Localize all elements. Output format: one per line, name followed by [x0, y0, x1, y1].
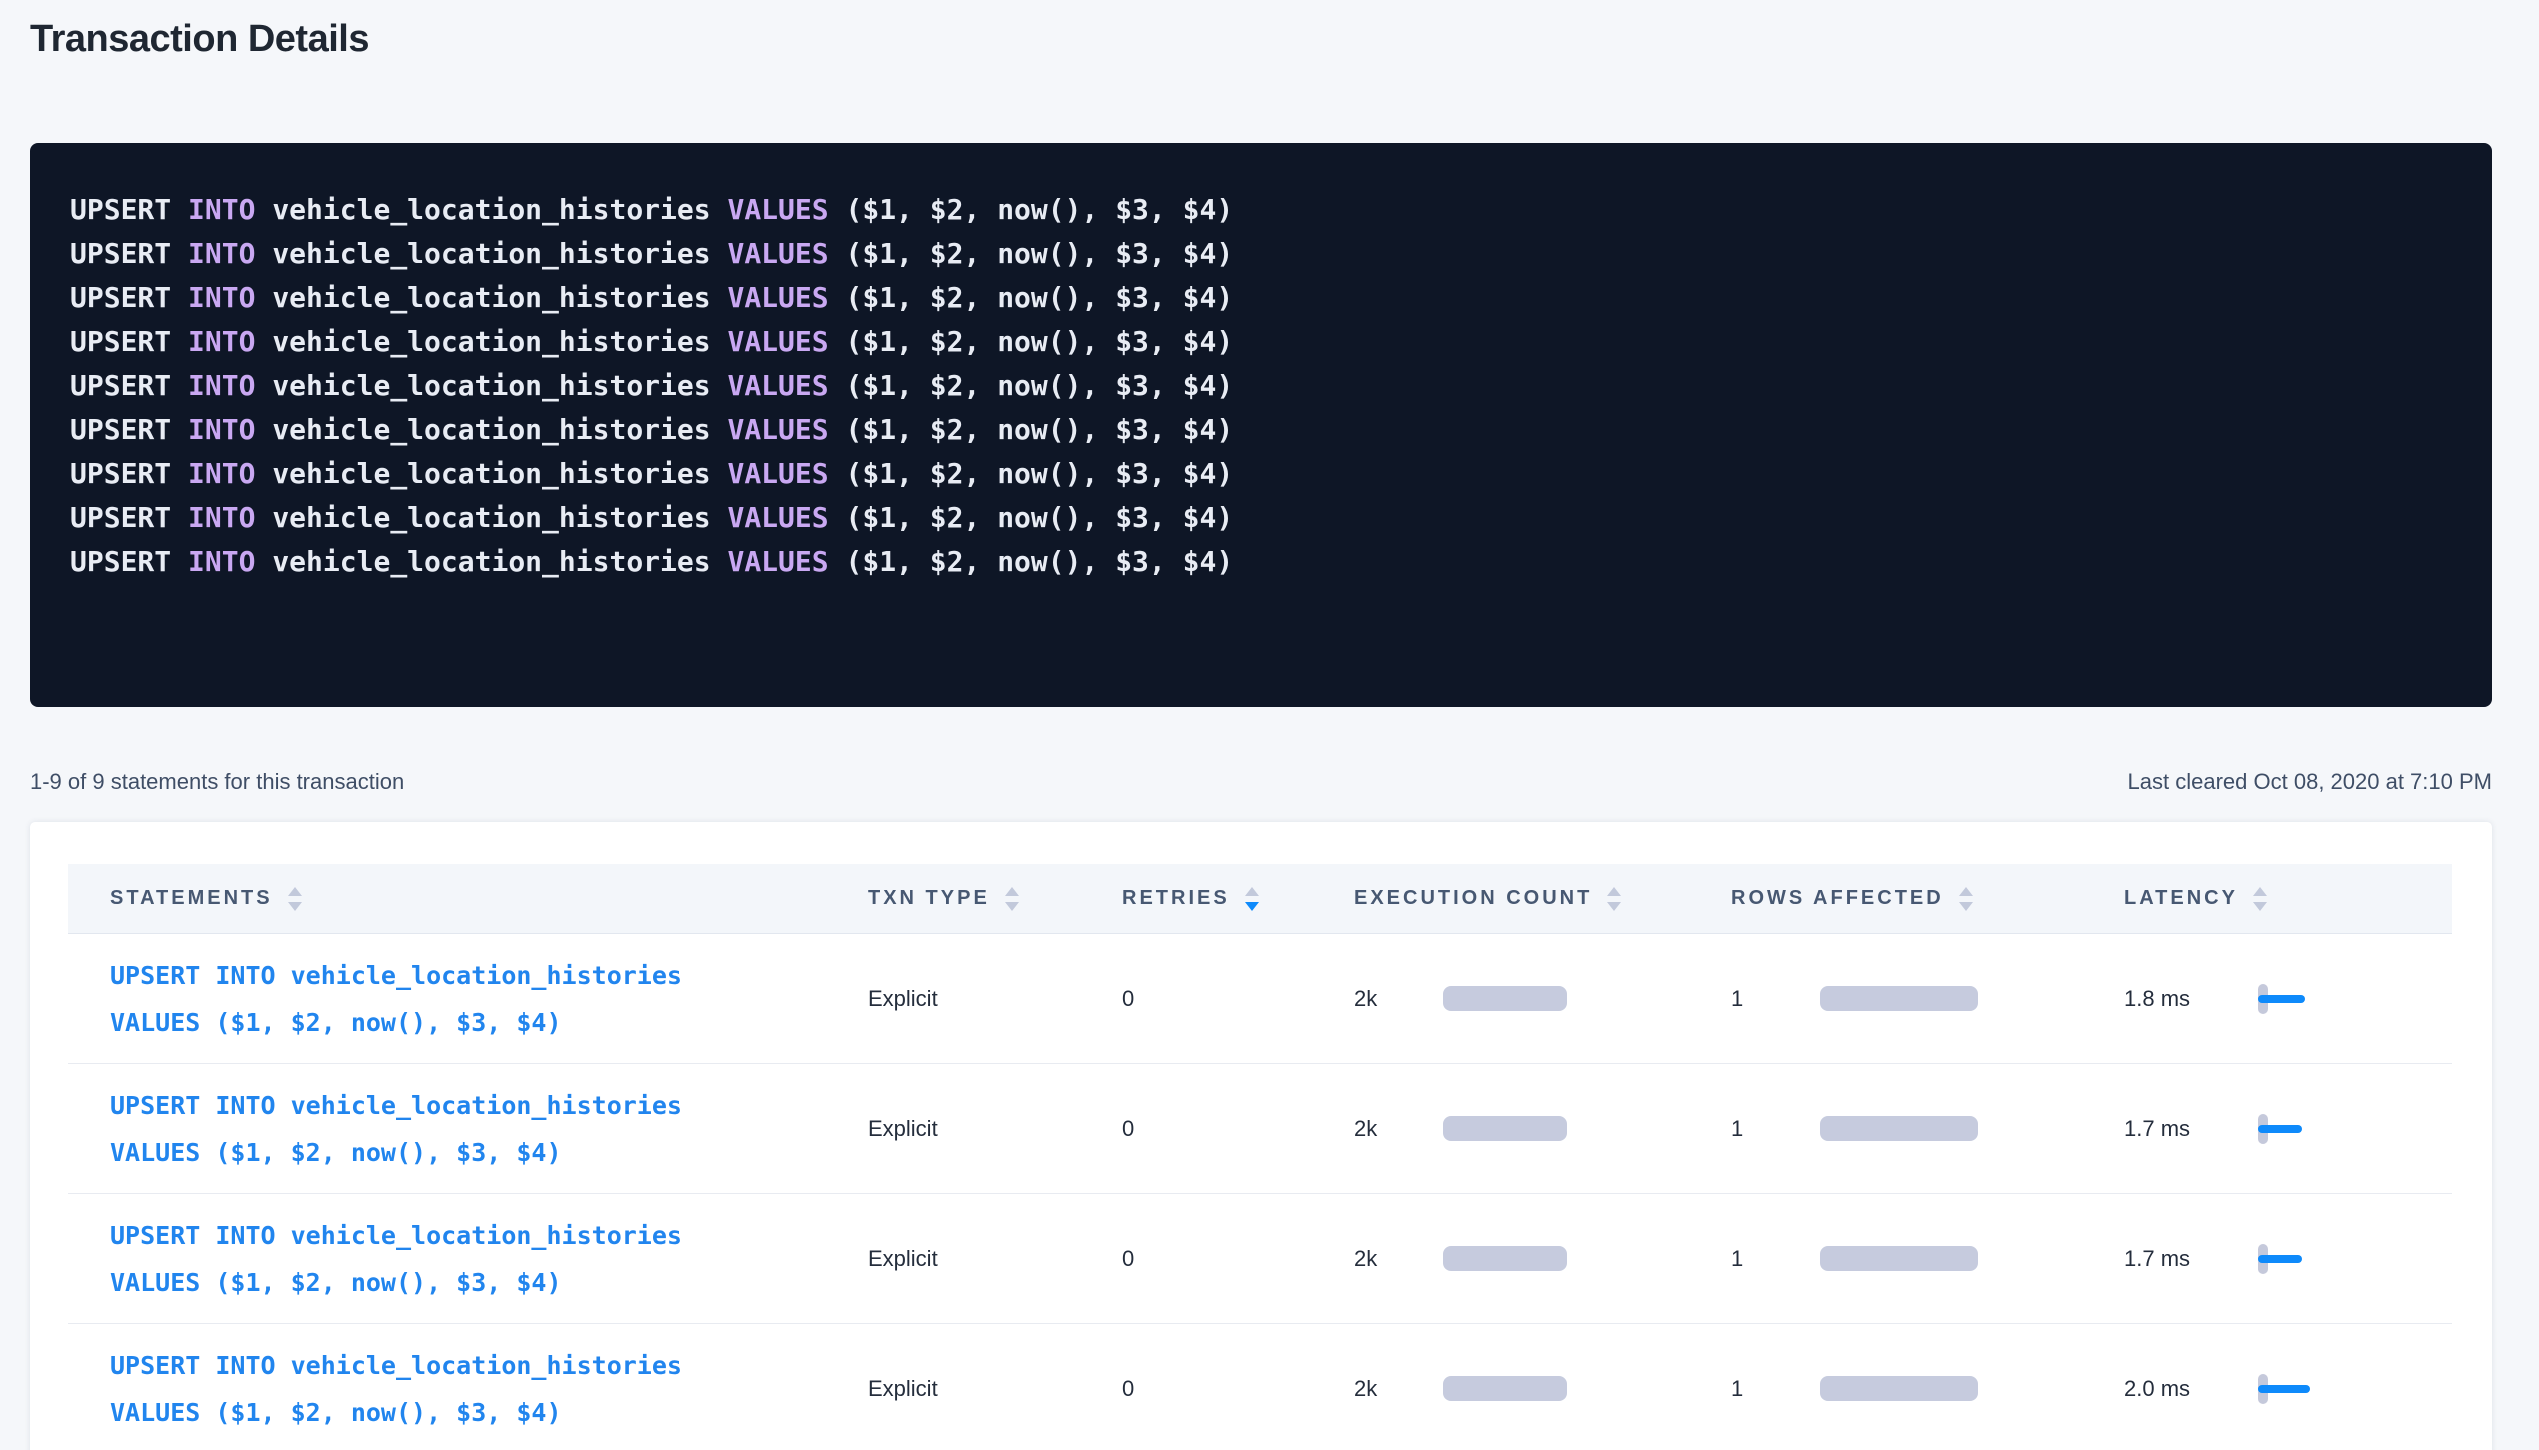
- table-header-row: STATEMENTS TXN TYPE RETRIES EXECUTION CO…: [68, 864, 2452, 934]
- execution-count-cell: 2k: [1348, 1246, 1725, 1272]
- sort-arrows-icon: [2253, 887, 2267, 911]
- sql-statement-line: UPSERT INTO vehicle_location_histories V…: [70, 232, 2452, 276]
- statement-cell: UPSERT INTO vehicle_location_histories V…: [68, 1082, 860, 1176]
- sort-desc-icon: [1005, 902, 1019, 911]
- latency-bar-chart: [2258, 1113, 2320, 1145]
- execution-count-bar: [1443, 986, 1567, 1011]
- statement-link[interactable]: UPSERT INTO vehicle_location_histories V…: [110, 1082, 860, 1176]
- sql-statement-line: UPSERT INTO vehicle_location_histories V…: [70, 320, 2452, 364]
- sort-arrows-icon: [288, 887, 302, 911]
- sort-asc-icon: [1959, 887, 1973, 896]
- execution-count-cell: 2k: [1348, 1376, 1725, 1402]
- sort-desc-icon: [1607, 902, 1621, 911]
- latency-bar: [2258, 995, 2305, 1003]
- txn-type-cell: Explicit: [860, 1116, 1110, 1142]
- latency-cell: 2.0 ms: [2106, 1373, 2452, 1405]
- latency-bar: [2258, 1125, 2302, 1133]
- execution-count-cell: 2k: [1348, 986, 1725, 1012]
- latency-bar-chart: [2258, 1373, 2320, 1405]
- retries-cell: 0: [1110, 1376, 1348, 1402]
- statements-table-card: STATEMENTS TXN TYPE RETRIES EXECUTION CO…: [30, 822, 2492, 1450]
- column-header-latency[interactable]: LATENCY: [2106, 887, 2452, 911]
- statement-link[interactable]: UPSERT INTO vehicle_location_histories V…: [110, 1342, 860, 1436]
- latency-bar-chart: [2258, 1243, 2320, 1275]
- sort-desc-active-icon: [1245, 902, 1259, 911]
- sort-desc-icon: [288, 902, 302, 911]
- table-row: UPSERT INTO vehicle_location_histories V…: [68, 1324, 2452, 1450]
- execution-count-bar: [1443, 1246, 1567, 1271]
- latency-cell: 1.8 ms: [2106, 983, 2452, 1015]
- statement-link[interactable]: UPSERT INTO vehicle_location_histories V…: [110, 952, 860, 1046]
- sql-statement-line: UPSERT INTO vehicle_location_histories V…: [70, 452, 2452, 496]
- txn-type-cell: Explicit: [860, 1376, 1110, 1402]
- txn-type-cell: Explicit: [860, 1246, 1110, 1272]
- latency-bar: [2258, 1385, 2310, 1393]
- latency-bar: [2258, 1255, 2302, 1263]
- rows-affected-cell: 1: [1725, 1246, 2106, 1272]
- sort-asc-icon: [1607, 887, 1621, 896]
- rows-affected-bar: [1820, 1116, 1978, 1141]
- sort-arrows-icon: [1607, 887, 1621, 911]
- retries-cell: 0: [1110, 1246, 1348, 1272]
- latency-cell: 1.7 ms: [2106, 1113, 2452, 1145]
- statement-link[interactable]: UPSERT INTO vehicle_location_histories V…: [110, 1212, 860, 1306]
- retries-cell: 0: [1110, 1116, 1348, 1142]
- latency-bar-chart: [2258, 983, 2320, 1015]
- sort-arrows-icon: [1005, 887, 1019, 911]
- rows-affected-bar: [1820, 986, 1978, 1011]
- table-row: UPSERT INTO vehicle_location_histories V…: [68, 934, 2452, 1064]
- execution-count-bar: [1443, 1116, 1567, 1141]
- sort-asc-icon: [1005, 887, 1019, 896]
- statement-cell: UPSERT INTO vehicle_location_histories V…: [68, 1212, 860, 1306]
- latency-cell: 1.7 ms: [2106, 1243, 2452, 1275]
- status-bar: 1-9 of 9 statements for this transaction…: [30, 769, 2492, 795]
- column-header-rows-affected[interactable]: ROWS AFFECTED: [1725, 887, 2106, 911]
- sql-statement-line: UPSERT INTO vehicle_location_histories V…: [70, 496, 2452, 540]
- column-header-retries[interactable]: RETRIES: [1110, 887, 1348, 911]
- sort-desc-icon: [2253, 902, 2267, 911]
- last-cleared-text: Last cleared Oct 08, 2020 at 7:10 PM: [2128, 769, 2492, 795]
- sort-desc-icon: [1959, 902, 1973, 911]
- rows-affected-bar: [1820, 1376, 1978, 1401]
- column-header-statements[interactable]: STATEMENTS: [68, 887, 860, 911]
- sort-asc-icon: [288, 887, 302, 896]
- statements-code-block: UPSERT INTO vehicle_location_histories V…: [30, 143, 2492, 707]
- sort-arrows-icon: [1959, 887, 1973, 911]
- sql-statement-line: UPSERT INTO vehicle_location_histories V…: [70, 408, 2452, 452]
- sql-statement-line: UPSERT INTO vehicle_location_histories V…: [70, 364, 2452, 408]
- execution-count-bar: [1443, 1376, 1567, 1401]
- rows-affected-bar: [1820, 1246, 1978, 1271]
- sql-statement-line: UPSERT INTO vehicle_location_histories V…: [70, 188, 2452, 232]
- statements-count-text: 1-9 of 9 statements for this transaction: [30, 769, 404, 795]
- sql-statement-line: UPSERT INTO vehicle_location_histories V…: [70, 540, 2452, 584]
- rows-affected-cell: 1: [1725, 1116, 2106, 1142]
- page-title: Transaction Details: [30, 0, 2492, 62]
- transaction-details-page: Transaction Details UPSERT INTO vehicle_…: [0, 0, 2539, 1450]
- retries-cell: 0: [1110, 986, 1348, 1012]
- sort-asc-icon: [2253, 887, 2267, 896]
- sql-statement-line: UPSERT INTO vehicle_location_histories V…: [70, 276, 2452, 320]
- rows-affected-cell: 1: [1725, 1376, 2106, 1402]
- execution-count-cell: 2k: [1348, 1116, 1725, 1142]
- txn-type-cell: Explicit: [860, 986, 1110, 1012]
- table-row: UPSERT INTO vehicle_location_histories V…: [68, 1064, 2452, 1194]
- column-header-txn-type[interactable]: TXN TYPE: [860, 887, 1110, 911]
- statement-cell: UPSERT INTO vehicle_location_histories V…: [68, 952, 860, 1046]
- table-row: UPSERT INTO vehicle_location_histories V…: [68, 1194, 2452, 1324]
- statement-cell: UPSERT INTO vehicle_location_histories V…: [68, 1342, 860, 1436]
- sort-asc-icon: [1245, 887, 1259, 896]
- sort-arrows-icon: [1245, 887, 1259, 911]
- rows-affected-cell: 1: [1725, 986, 2106, 1012]
- column-header-execution-count[interactable]: EXECUTION COUNT: [1348, 887, 1725, 911]
